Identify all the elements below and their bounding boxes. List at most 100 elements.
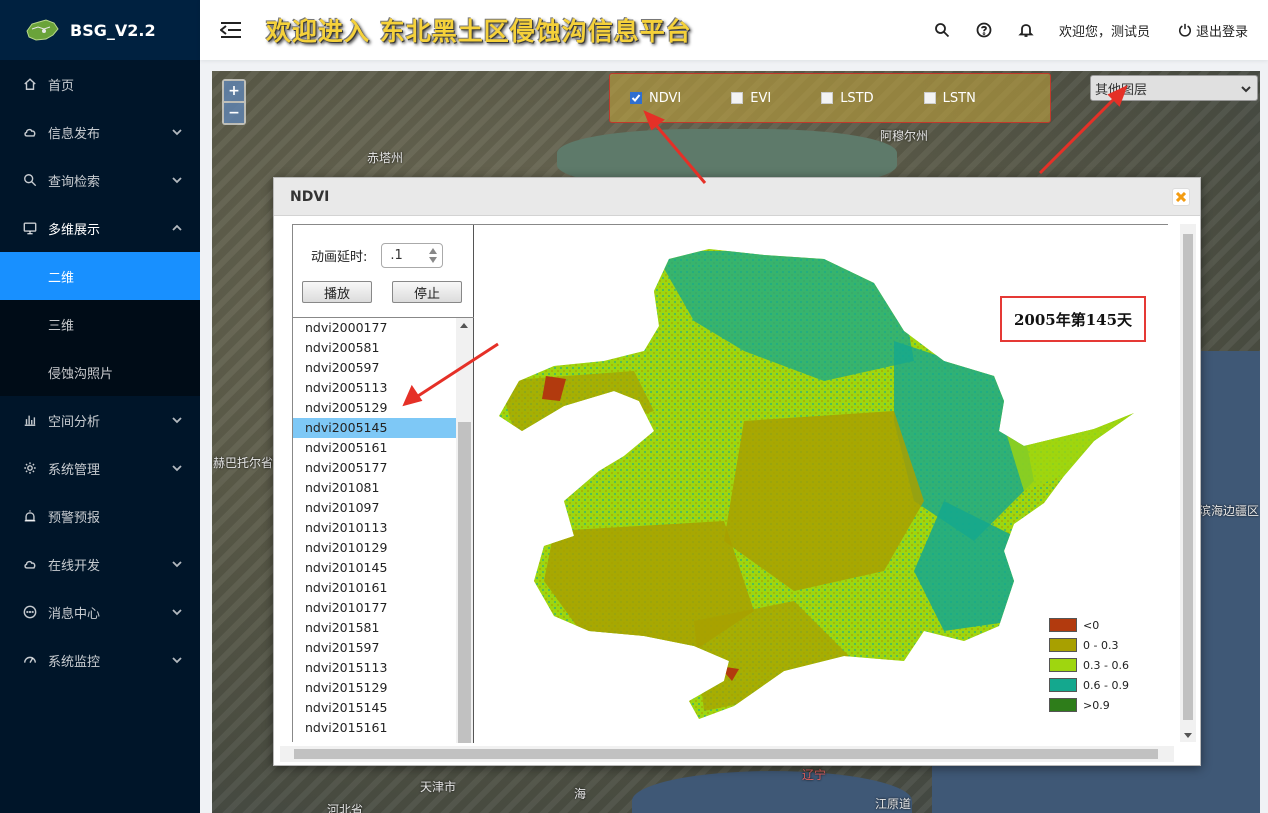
stop-button[interactable]: 停止 [392, 281, 462, 303]
list-item[interactable]: ndvi2005177 [293, 458, 456, 478]
list-scrollbar[interactable] [456, 318, 473, 743]
stepper-up-icon[interactable] [428, 247, 438, 255]
app-name: BSG_V2.2 [70, 20, 156, 40]
checkbox-icon[interactable] [731, 92, 744, 104]
alarm-icon [22, 508, 38, 524]
legend-item: >0.9 [1049, 695, 1129, 715]
sidebar-item[interactable]: 信息发布 [0, 108, 200, 156]
map-label: 赫巴托尔省 [213, 456, 274, 470]
list-item[interactable]: ndvi2010161 [293, 578, 456, 598]
other-layers-select[interactable]: 其他图层 [1090, 75, 1258, 101]
dialog-horizontal-scrollbar[interactable] [280, 746, 1174, 762]
vscroll-thumb[interactable] [1183, 234, 1193, 720]
list-item[interactable]: ndvi2010113 [293, 518, 456, 538]
sidebar-item[interactable]: 在线开发 [0, 540, 200, 588]
list-item[interactable]: ndvi200581 [293, 338, 456, 358]
list-item[interactable]: ndvi2015129 [293, 678, 456, 698]
logout-label: 退出登录 [1195, 24, 1248, 40]
platform-title: 欢迎进入 东北黑土区侵蚀沟信息平台 [266, 17, 692, 46]
legend-swatch [1049, 698, 1077, 712]
layer-checkbox[interactable]: LSTN [923, 91, 976, 106]
sidebar-subitem[interactable]: 侵蚀沟照片 [0, 348, 200, 396]
list-item[interactable]: ndvi2005161 [293, 438, 456, 458]
list-item[interactable]: ndvi2005129 [293, 398, 456, 418]
list-item[interactable]: ndvi201597 [293, 638, 456, 658]
sidebar-item[interactable]: 多维展示 [0, 204, 200, 252]
message-icon [22, 604, 38, 620]
sidebar-item[interactable]: 系统监控 [0, 636, 200, 684]
side-menu: 首页信息发布 查询检索 多维展示 二维 三维 侵蚀沟照片 空间分析 系统管理 预警预报 在线开发消… [0, 60, 200, 684]
play-button[interactable]: 播放 [302, 281, 372, 303]
layer-checkbox[interactable]: LSTD [821, 91, 874, 106]
delay-stepper[interactable]: .1 [381, 243, 444, 268]
sidebar-item[interactable]: 首页 [0, 60, 200, 108]
search-icon[interactable] [933, 21, 951, 39]
checkbox-icon[interactable] [630, 92, 642, 104]
sidebar-item[interactable]: 消息中心 [0, 588, 200, 636]
list-item[interactable]: ndvi2015145 [293, 698, 456, 718]
checkbox-icon[interactable] [821, 92, 834, 104]
gear-icon [22, 460, 38, 476]
bell-icon[interactable] [1017, 21, 1035, 39]
sidebar-item[interactable]: 空间分析 [0, 396, 200, 444]
sidebar-item[interactable]: 预警预报 [0, 492, 200, 540]
menu-fold-button[interactable] [219, 21, 242, 39]
sidebar-item[interactable]: 查询检索 [0, 156, 200, 204]
chevron-down-icon [1241, 86, 1251, 93]
scroll-down-arrow[interactable] [1184, 733, 1192, 738]
logo[interactable]: BSG_V2.2 [0, 0, 200, 60]
list-item[interactable]: ndvi2000177 [293, 318, 456, 338]
bohai-sea [632, 771, 912, 813]
welcome-text: 欢迎您，测试员 [1058, 24, 1150, 40]
scroll-up-arrow[interactable] [460, 323, 468, 328]
chevron-up-icon [172, 222, 182, 232]
layer-label: EVI [750, 90, 772, 106]
list-item[interactable]: ndvi2015113 [293, 658, 456, 678]
list-item[interactable]: ndvi201097 [293, 498, 456, 518]
home-icon [22, 76, 38, 92]
list-item[interactable]: ndvi2005145 [293, 418, 456, 438]
zoom-out-button[interactable]: − [224, 103, 244, 123]
list-item[interactable]: ndvi2015161 [293, 718, 456, 738]
close-icon [1176, 192, 1186, 202]
date-list: ndvi2000177 ndvi200581 ndvi200597 ndvi20051… [293, 318, 456, 738]
layer-checkbox[interactable]: EVI [731, 91, 771, 106]
dialog-header[interactable]: NDVI [274, 178, 1200, 216]
sidebar-subitem[interactable]: 二维 [0, 252, 200, 300]
map-label: 滨海边疆区 [1199, 504, 1260, 518]
sidebar-item-label: 系统监控 [48, 654, 101, 670]
sidebar-item-label: 首页 [48, 78, 75, 94]
cloud-icon [22, 124, 38, 140]
list-item[interactable]: ndvi2010145 [293, 558, 456, 578]
list-item[interactable]: ndvi201081 [293, 478, 456, 498]
chevron-down-icon [172, 558, 182, 568]
list-item[interactable]: ndvi200597 [293, 358, 456, 378]
layer-checkbox[interactable]: NDVI [630, 91, 681, 106]
list-item[interactable]: ndvi2010129 [293, 538, 456, 558]
chevron-down-icon [172, 414, 182, 424]
stepper-arrows[interactable] [426, 246, 440, 266]
scroll-thumb[interactable] [458, 422, 471, 743]
dialog-vertical-scrollbar[interactable] [1180, 224, 1196, 742]
zoom-in-button[interactable]: + [224, 81, 244, 101]
list-item[interactable]: ndvi2005113 [293, 378, 456, 398]
hscroll-thumb[interactable] [294, 749, 1158, 759]
animation-control-panel: 动画延时: .1 播放 停止 ndvi2000177 ndvi200581 ndvi… [293, 225, 474, 743]
list-item[interactable]: ndvi2010177 [293, 598, 456, 618]
ndvi-map-view: 2005年第145天 <0 0 - 0.3 0.3 - 0.6 0.6 - 0.9 >0… [474, 225, 1168, 743]
dialog-close-button[interactable] [1172, 188, 1190, 206]
help-icon[interactable] [975, 21, 993, 39]
stepper-down-icon[interactable] [428, 256, 438, 264]
chevron-down-icon [172, 174, 182, 184]
map-label: 江原道 [875, 797, 912, 811]
sidebar-item[interactable]: 系统管理 [0, 444, 200, 492]
sidebar-subitem[interactable]: 三维 [0, 300, 200, 348]
checkbox-icon[interactable] [923, 92, 936, 104]
logout-button[interactable]: 退出登录 [1178, 21, 1248, 40]
ndvi-dialog: NDVI 动画延时: .1 播放 停止 ndvi2000177 ndvi2005… [273, 177, 1201, 766]
map-label: 海 [574, 787, 587, 801]
list-item[interactable]: ndvi201581 [293, 618, 456, 638]
legend-item: 0.3 - 0.6 [1049, 655, 1129, 675]
map-label: 天津市 [420, 780, 457, 794]
delay-label: 动画延时: [311, 250, 368, 265]
